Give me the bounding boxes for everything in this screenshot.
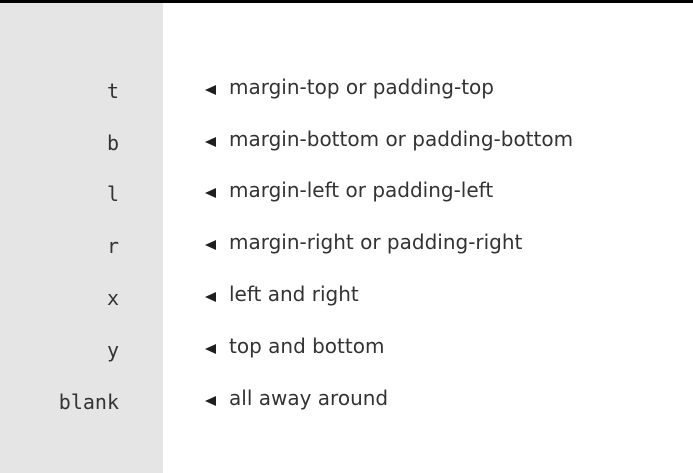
- legend-row-top: t margin-top or padding-top: [0, 73, 693, 109]
- abbreviation-label: l: [106, 182, 119, 206]
- description-label: top and bottom: [229, 334, 385, 358]
- abbreviation-label: r: [106, 234, 119, 258]
- spacing-legend: t margin-top or padding-top b margin-bot…: [0, 3, 693, 473]
- legend-row-x: x left and right: [0, 280, 693, 316]
- abbreviation-label: blank: [58, 390, 119, 414]
- legend-row-left: l margin-left or padding-left: [0, 176, 693, 212]
- legend-row-blank: blank all away around: [0, 384, 693, 420]
- description-label: margin-top or padding-top: [229, 75, 494, 99]
- legend-row-y: y top and bottom: [0, 332, 693, 368]
- left-triangle-icon: [205, 137, 216, 147]
- abbreviation-label: b: [106, 131, 119, 155]
- legend-row-bottom: b margin-bottom or padding-bottom: [0, 125, 693, 161]
- legend-row-right: r margin-right or padding-right: [0, 228, 693, 264]
- abbreviation-label: y: [106, 338, 119, 362]
- description-label: all away around: [229, 386, 389, 410]
- left-triangle-icon: [205, 344, 216, 354]
- left-triangle-icon: [205, 240, 216, 250]
- left-triangle-icon: [205, 85, 216, 95]
- abbreviation-label: x: [106, 286, 119, 310]
- description-label: left and right: [229, 282, 359, 306]
- left-triangle-icon: [205, 292, 216, 302]
- left-triangle-icon: [205, 396, 216, 406]
- abbreviation-label: t: [106, 79, 119, 103]
- description-label: margin-bottom or padding-bottom: [229, 127, 574, 151]
- description-label: margin-right or padding-right: [229, 230, 523, 254]
- description-label: margin-left or padding-left: [229, 178, 494, 202]
- left-triangle-icon: [205, 188, 216, 198]
